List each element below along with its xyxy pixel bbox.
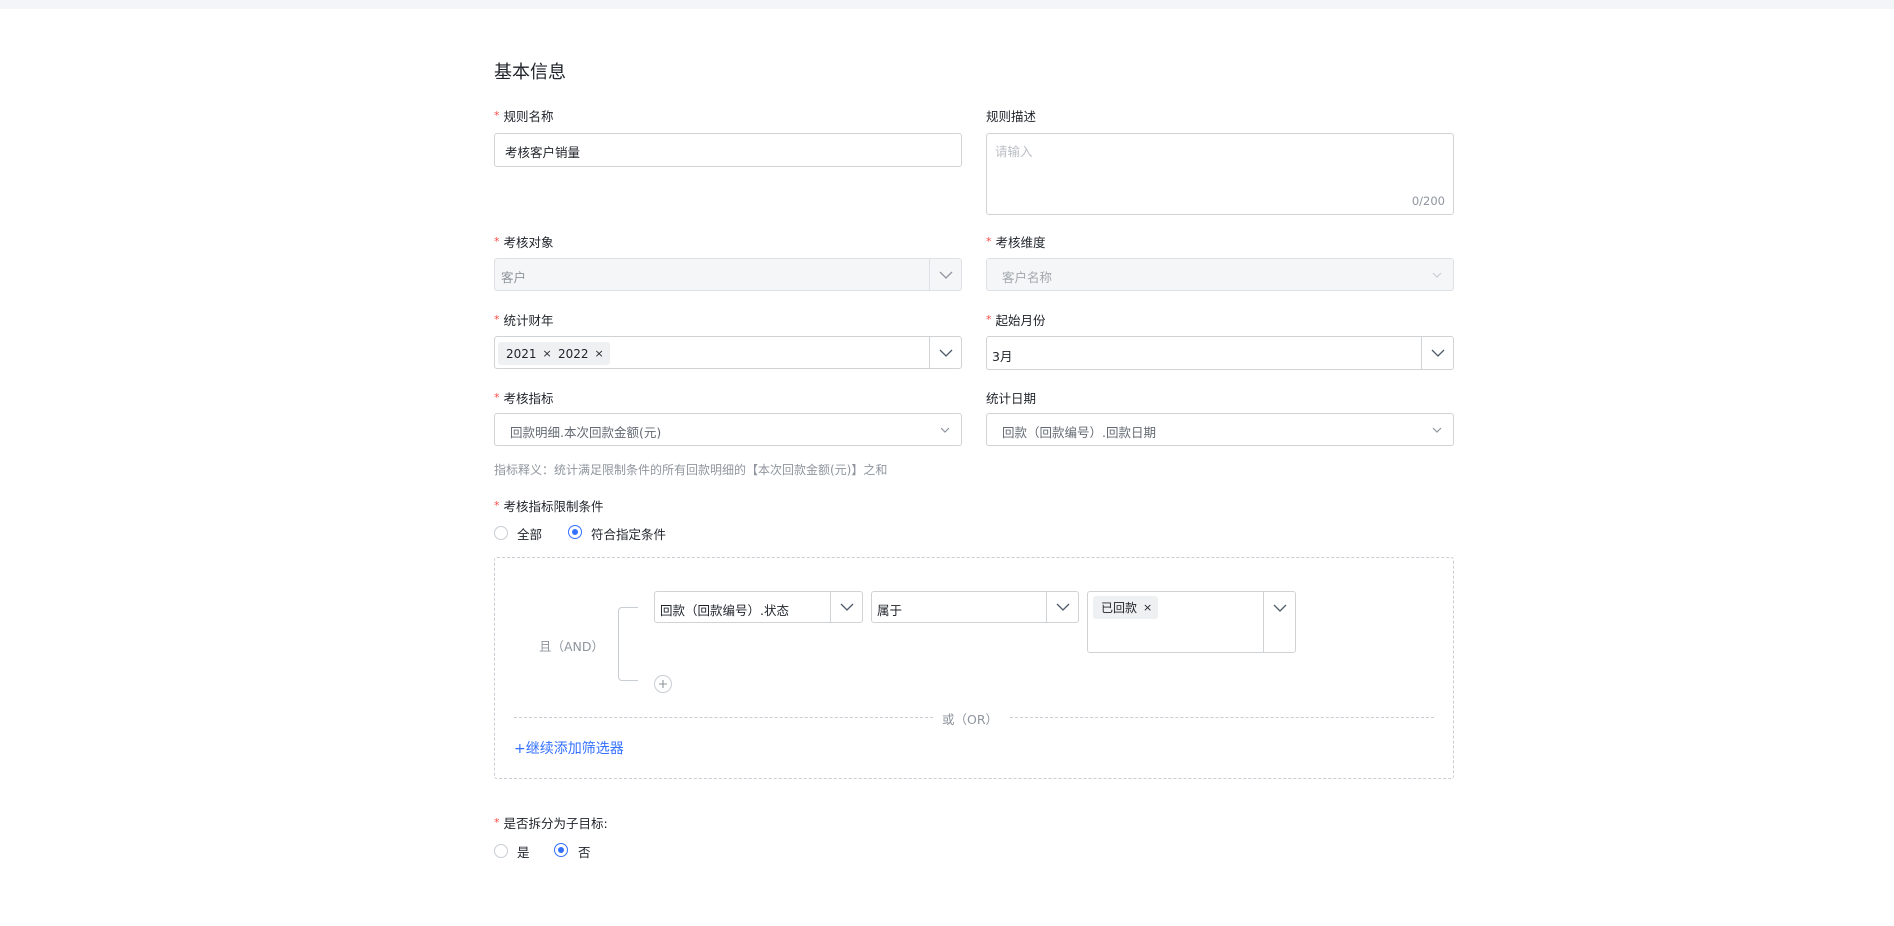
chevron-down-icon: [937, 422, 953, 438]
tag-label: 2021: [506, 346, 537, 361]
filter-operator-select[interactable]: 属于: [871, 591, 1079, 623]
indicator-select[interactable]: 回款明细.本次回款金额(元): [494, 413, 962, 446]
split-radio-no[interactable]: [554, 843, 568, 857]
chevron-down-icon: [929, 259, 961, 290]
fiscal-year-label-text: 统计财年: [503, 313, 554, 328]
chevron-down-icon[interactable]: [1421, 337, 1453, 369]
target-label: * 考核对象: [494, 232, 554, 251]
required-mark: *: [494, 109, 500, 122]
chevron-down-icon[interactable]: [830, 592, 862, 622]
indicator-value: 回款明细.本次回款金额(元): [510, 425, 662, 440]
start-month-select[interactable]: 3月: [986, 336, 1454, 370]
required-mark: *: [494, 313, 500, 326]
chevron-down-icon[interactable]: [1263, 592, 1295, 652]
fiscal-year-multiselect[interactable]: 2021 × 2022 ×: [494, 336, 962, 369]
tag-label: 2022: [558, 346, 589, 361]
filter-value-tag: 已回款 ×: [1093, 596, 1159, 619]
or-divider-right: [1010, 717, 1434, 718]
limit-label-text: 考核指标限制条件: [503, 499, 604, 514]
and-bracket: [618, 607, 638, 681]
close-icon[interactable]: ×: [595, 347, 604, 360]
indicator-label: * 考核指标: [494, 388, 554, 407]
dimension-label: * 考核维度: [986, 232, 1046, 251]
rule-desc-placeholder: 请输入: [995, 144, 1033, 159]
top-bar: [0, 0, 1894, 9]
rule-name-label: * 规则名称: [494, 106, 554, 125]
chevron-down-icon[interactable]: [929, 337, 961, 368]
required-mark: *: [494, 499, 500, 512]
target-select[interactable]: 客户: [494, 258, 962, 291]
target-label-text: 考核对象: [503, 235, 554, 250]
indicator-label-text: 考核指标: [503, 391, 554, 406]
stat-date-select[interactable]: 回款（回款编号）.回款日期: [986, 413, 1454, 446]
required-mark: *: [494, 391, 500, 404]
rule-desc-label: 规则描述: [986, 109, 1037, 124]
or-divider-left: [514, 717, 933, 718]
plus-icon[interactable]: [654, 675, 672, 693]
split-radio-yes[interactable]: [494, 844, 508, 858]
required-mark: *: [494, 235, 500, 248]
split-option-no[interactable]: 否: [578, 842, 591, 861]
chevron-down-icon: [1429, 267, 1445, 283]
filter-field-value: 回款（回款编号）.状态: [660, 603, 789, 618]
add-filter-button[interactable]: +继续添加筛选器: [514, 738, 624, 758]
split-label-text: 是否拆分为子目标:: [503, 816, 608, 831]
and-label: 且（AND）: [539, 639, 605, 654]
tag-label: 已回款: [1101, 601, 1138, 615]
filter-value-multiselect[interactable]: 已回款 ×: [1087, 591, 1296, 653]
rule-name-label-text: 规则名称: [503, 109, 554, 124]
stat-date-value: 回款（回款编号）.回款日期: [1002, 425, 1156, 440]
start-month-value: 3月: [992, 349, 1013, 364]
limit-radio-all[interactable]: [494, 526, 508, 540]
limit-option-all[interactable]: 全部: [517, 524, 542, 543]
or-label: 或（OR）: [942, 712, 999, 727]
chevron-down-icon[interactable]: [1046, 592, 1078, 622]
split-option-yes[interactable]: 是: [517, 842, 530, 861]
required-mark: *: [986, 235, 992, 248]
dimension-value: 客户名称: [1002, 270, 1053, 285]
rule-name-value: 考核客户销量: [505, 145, 581, 160]
stat-date-label: 统计日期: [986, 391, 1037, 406]
section-title: 基本信息: [494, 62, 566, 83]
limit-label: * 考核指标限制条件: [494, 496, 604, 515]
required-mark: *: [494, 816, 500, 829]
char-counter: 0/200: [1411, 194, 1445, 208]
limit-option-specific[interactable]: 符合指定条件: [591, 524, 666, 543]
start-month-label: * 起始月份: [986, 310, 1046, 329]
dimension-label-text: 考核维度: [995, 235, 1046, 250]
chevron-down-icon: [1429, 422, 1445, 438]
filter-operator-value: 属于: [877, 603, 903, 618]
required-mark: *: [986, 313, 992, 326]
fiscal-year-tag: 2022 ×: [550, 342, 610, 365]
close-icon[interactable]: ×: [1143, 601, 1152, 614]
fiscal-year-label: * 统计财年: [494, 310, 554, 329]
limit-radio-specific[interactable]: [568, 525, 582, 539]
rule-name-input[interactable]: 考核客户销量: [494, 133, 962, 167]
target-value: 客户: [501, 270, 527, 285]
dimension-select[interactable]: 客户名称: [986, 258, 1454, 291]
indicator-hint: 指标释义：统计满足限制条件的所有回款明细的【本次回款金额(元)】之和: [494, 463, 888, 477]
fiscal-year-tag: 2021 ×: [498, 342, 558, 365]
start-month-label-text: 起始月份: [995, 313, 1046, 328]
split-label: * 是否拆分为子目标:: [494, 813, 608, 832]
filter-field-select[interactable]: 回款（回款编号）.状态: [654, 591, 863, 623]
rule-desc-textarea[interactable]: 请输入 0/200: [986, 133, 1454, 215]
